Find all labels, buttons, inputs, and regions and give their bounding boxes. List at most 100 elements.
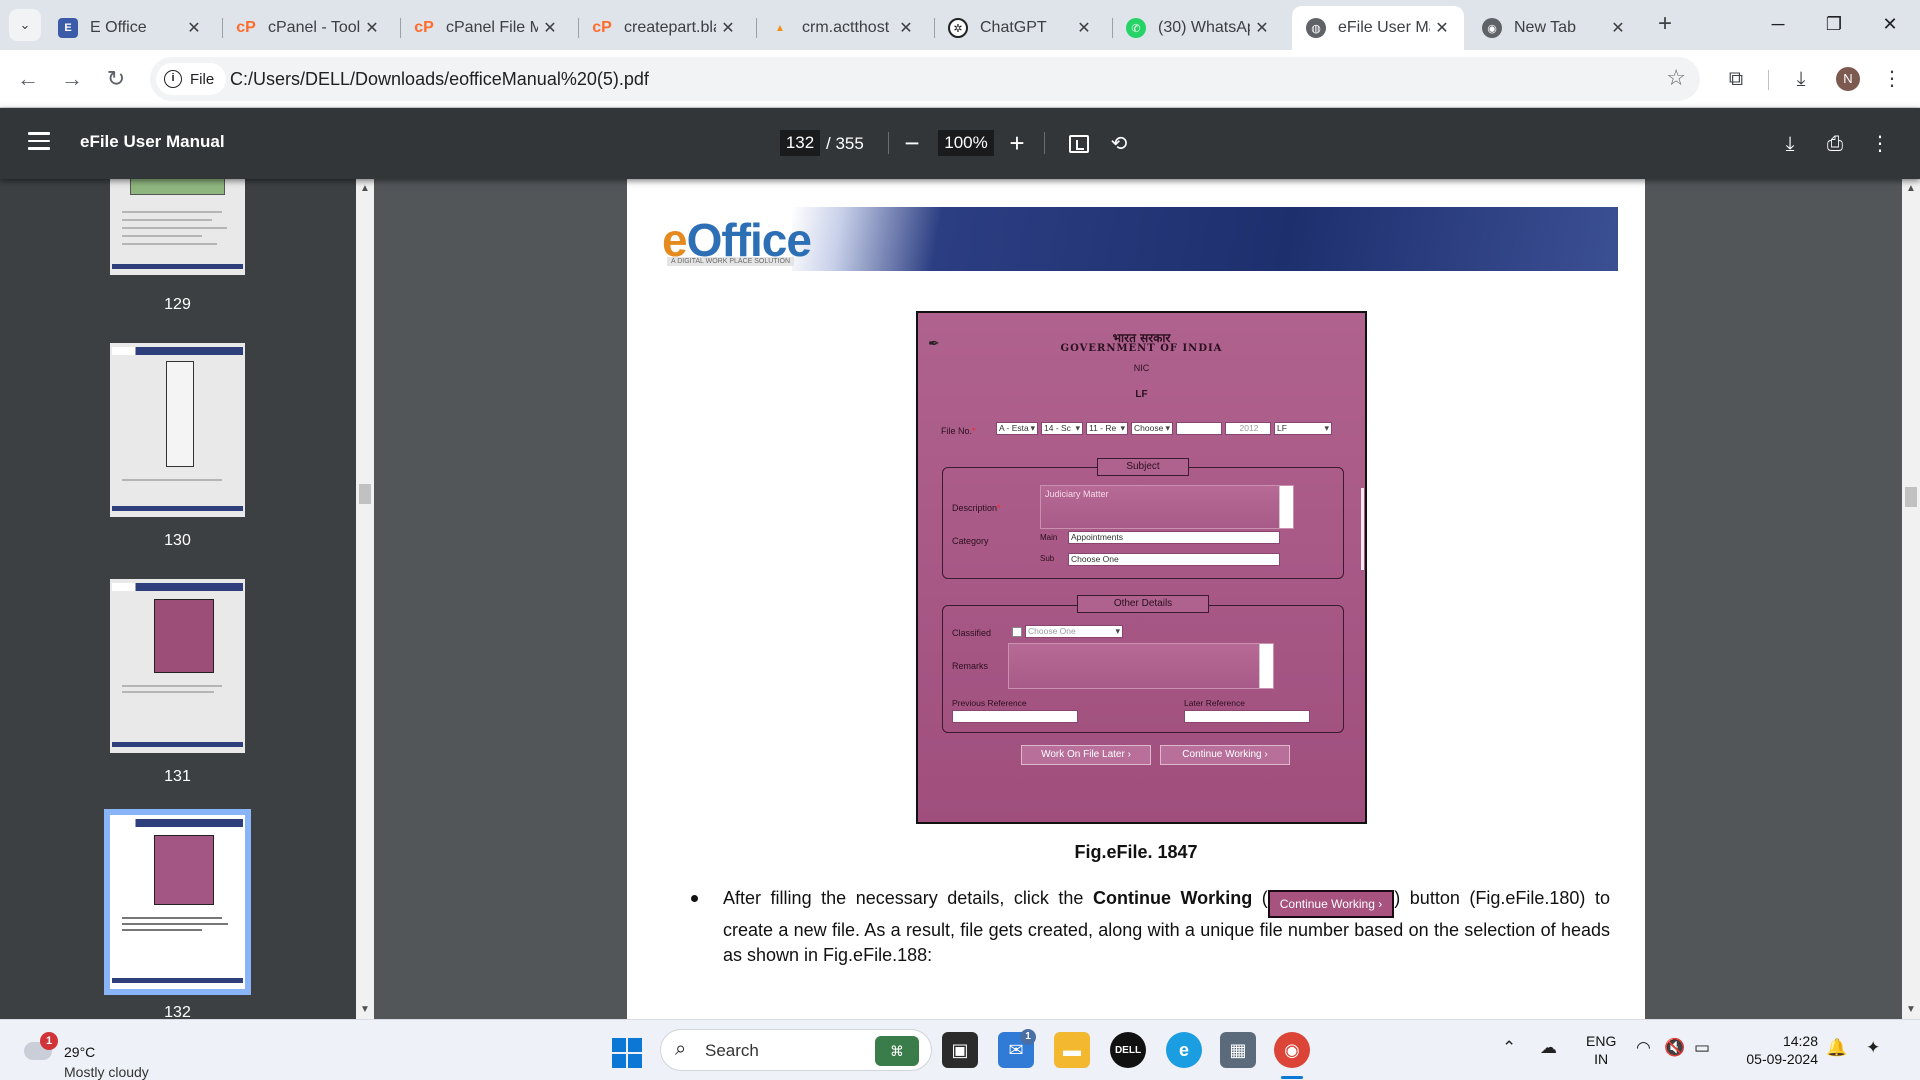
- file-no-part-4: Choose: [1131, 422, 1173, 435]
- zoom-in-button[interactable]: +: [1001, 126, 1033, 160]
- thumbnail-header: [112, 819, 243, 827]
- browser-tab-cpanel-tools[interactable]: cP cPanel - Tools ✕: [222, 6, 394, 50]
- battery-icon[interactable]: ▭: [1694, 1038, 1710, 1058]
- scroll-up-icon[interactable]: ▲: [360, 183, 370, 194]
- profile-avatar[interactable]: N: [1836, 67, 1860, 91]
- scroll-down-icon[interactable]: ▼: [1906, 1004, 1916, 1015]
- copilot-icon[interactable]: ✦: [1866, 1038, 1880, 1058]
- subject-legend: Subject: [1097, 458, 1189, 476]
- browser-tab-chatgpt[interactable]: ✲ ChatGPT ✕: [934, 6, 1106, 50]
- volume-muted-icon[interactable]: 🔇: [1664, 1038, 1685, 1058]
- fit-to-page-icon[interactable]: [1069, 135, 1089, 153]
- minimize-button[interactable]: ─: [1750, 6, 1806, 42]
- chrome-icon[interactable]: ◉: [1274, 1032, 1310, 1068]
- scroll-up-icon[interactable]: ▲: [1906, 183, 1916, 194]
- thumbnail-figure: [154, 835, 214, 905]
- remarks-textarea: [1008, 643, 1274, 689]
- tab-search-button[interactable]: ⌄: [9, 9, 41, 41]
- scroll-down-icon[interactable]: ▼: [360, 1004, 370, 1015]
- eoffice-icon: E: [58, 18, 78, 38]
- onedrive-icon[interactable]: ☁: [1540, 1038, 1557, 1058]
- print-icon[interactable]: ⎙: [1819, 128, 1851, 160]
- thumbnail-number: 129: [164, 296, 191, 313]
- logo-tagline: A DIGITAL WORK PLACE SOLUTION: [667, 257, 795, 266]
- pdf-more-icon[interactable]: ⋮: [1864, 128, 1896, 160]
- info-icon: i: [164, 70, 182, 88]
- edge-icon[interactable]: e: [1166, 1032, 1202, 1068]
- thumbnail-page-129[interactable]: [110, 179, 245, 275]
- close-icon[interactable]: ✕: [716, 18, 740, 38]
- browser-tab-cpanel-file-manager[interactable]: cP cPanel File Manager ✕: [400, 6, 572, 50]
- browser-tab-eoffice[interactable]: E E Office ✕: [44, 6, 216, 50]
- document-scrollbar[interactable]: ▲ ▼: [1902, 179, 1920, 1019]
- thumbnail-number: 131: [164, 768, 191, 785]
- close-window-button[interactable]: ✕: [1862, 6, 1918, 42]
- url-text[interactable]: C:/Users/DELL/Downloads/eofficeManual%20…: [230, 69, 649, 90]
- system-clock[interactable]: 14:28 05-09-2024: [1738, 1032, 1818, 1068]
- task-view-icon[interactable]: ▣: [942, 1032, 978, 1068]
- windows-taskbar: 1 29°C Mostly cloudy ⌕ Search ⌘ ▣ ✉ 1 ▬ D…: [0, 1019, 1920, 1080]
- dell-icon[interactable]: DELL: [1110, 1032, 1146, 1068]
- reload-button[interactable]: ↻: [100, 63, 132, 95]
- cpanel-icon: cP: [592, 19, 612, 36]
- page-number-input[interactable]: 132: [780, 130, 820, 156]
- whatsapp-icon: ✆: [1126, 18, 1146, 38]
- omnibox[interactable]: i File C:/Users/DELL/Downloads/eofficeMa…: [150, 57, 1700, 101]
- download-icon[interactable]: ⤓: [1785, 63, 1817, 95]
- show-hidden-icons[interactable]: ⌃: [1502, 1038, 1516, 1058]
- forward-button[interactable]: →: [56, 63, 88, 95]
- file-no-year: 2012: [1225, 422, 1271, 435]
- browser-tab-createpart[interactable]: cP createpart.blade ✕: [578, 6, 750, 50]
- close-icon[interactable]: ✕: [1072, 18, 1096, 38]
- taskbar-search[interactable]: ⌕ Search ⌘: [660, 1029, 932, 1071]
- close-icon[interactable]: ✕: [1606, 18, 1630, 38]
- work-on-file-later-button-image: Work On File Later ›: [1021, 745, 1151, 765]
- thumbnail-line: [122, 227, 227, 229]
- close-icon[interactable]: ✕: [894, 18, 918, 38]
- form-nic: NIC: [1133, 363, 1150, 373]
- file-explorer-icon[interactable]: ▬: [1054, 1032, 1090, 1068]
- sub-category-field: Choose One: [1068, 553, 1280, 566]
- calculator-icon[interactable]: ▦: [1220, 1032, 1256, 1068]
- browser-tab-whatsapp[interactable]: ✆ (30) WhatsApp ✕: [1112, 6, 1284, 50]
- file-no-type: LF: [1274, 422, 1332, 435]
- back-button[interactable]: ←: [12, 63, 44, 95]
- new-tab-button[interactable]: +: [1650, 10, 1680, 40]
- zoom-level-input[interactable]: 100%: [938, 130, 994, 156]
- bookmark-star-icon[interactable]: ☆: [1666, 65, 1686, 91]
- zoom-out-button[interactable]: −: [896, 126, 928, 160]
- wifi-icon[interactable]: ◠: [1636, 1038, 1651, 1058]
- thumbnail-page-130[interactable]: [110, 343, 245, 517]
- browser-menu-icon[interactable]: ⋮: [1876, 63, 1908, 95]
- menu-icon[interactable]: [28, 132, 50, 150]
- rotate-icon[interactable]: ⟲: [1103, 128, 1135, 160]
- thumbnail-page-132[interactable]: [104, 809, 251, 995]
- scrollbar-thumb[interactable]: [359, 484, 371, 504]
- site-info-chip[interactable]: i File: [156, 63, 227, 95]
- thumbnail-line: [122, 685, 222, 687]
- language-indicator[interactable]: ENG IN: [1586, 1032, 1616, 1068]
- thumbnail-page-131[interactable]: [110, 579, 245, 753]
- weather-badge: 1: [40, 1032, 58, 1050]
- file-no-part-1: A - Esta: [996, 422, 1038, 435]
- thumbnail-number: 132: [164, 1004, 191, 1019]
- browser-tab-efile-manual[interactable]: ◍ eFile User Manual ✕: [1292, 6, 1464, 50]
- start-button[interactable]: [612, 1038, 642, 1068]
- notification-bell-icon[interactable]: 🔔: [1826, 1038, 1847, 1058]
- restore-button[interactable]: ❐: [1806, 6, 1862, 42]
- close-icon[interactable]: ✕: [538, 18, 562, 38]
- mail-icon[interactable]: ✉ 1: [998, 1029, 1036, 1068]
- close-icon[interactable]: ✕: [182, 18, 206, 38]
- close-icon[interactable]: ✕: [360, 18, 384, 38]
- continue-working-button-image: Continue Working ›: [1160, 745, 1290, 765]
- pdf-download-icon[interactable]: ⤓: [1774, 128, 1806, 160]
- file-no-part-3: 11 - Re: [1086, 422, 1128, 435]
- browser-tab-new-tab[interactable]: ◉ New Tab ✕: [1468, 6, 1640, 50]
- form-screenshot: ✒ भारत सरकार GOVERNMENT OF INDIA NIC LF …: [916, 311, 1367, 824]
- close-icon[interactable]: ✕: [1430, 18, 1454, 38]
- sidebar-scrollbar[interactable]: ▲ ▼: [356, 179, 374, 1019]
- extensions-icon[interactable]: ⧉: [1720, 63, 1752, 95]
- scrollbar-thumb[interactable]: [1905, 487, 1917, 507]
- close-icon[interactable]: ✕: [1250, 18, 1274, 38]
- browser-tab-crm[interactable]: ▲ crm.actthost ✕: [756, 6, 928, 50]
